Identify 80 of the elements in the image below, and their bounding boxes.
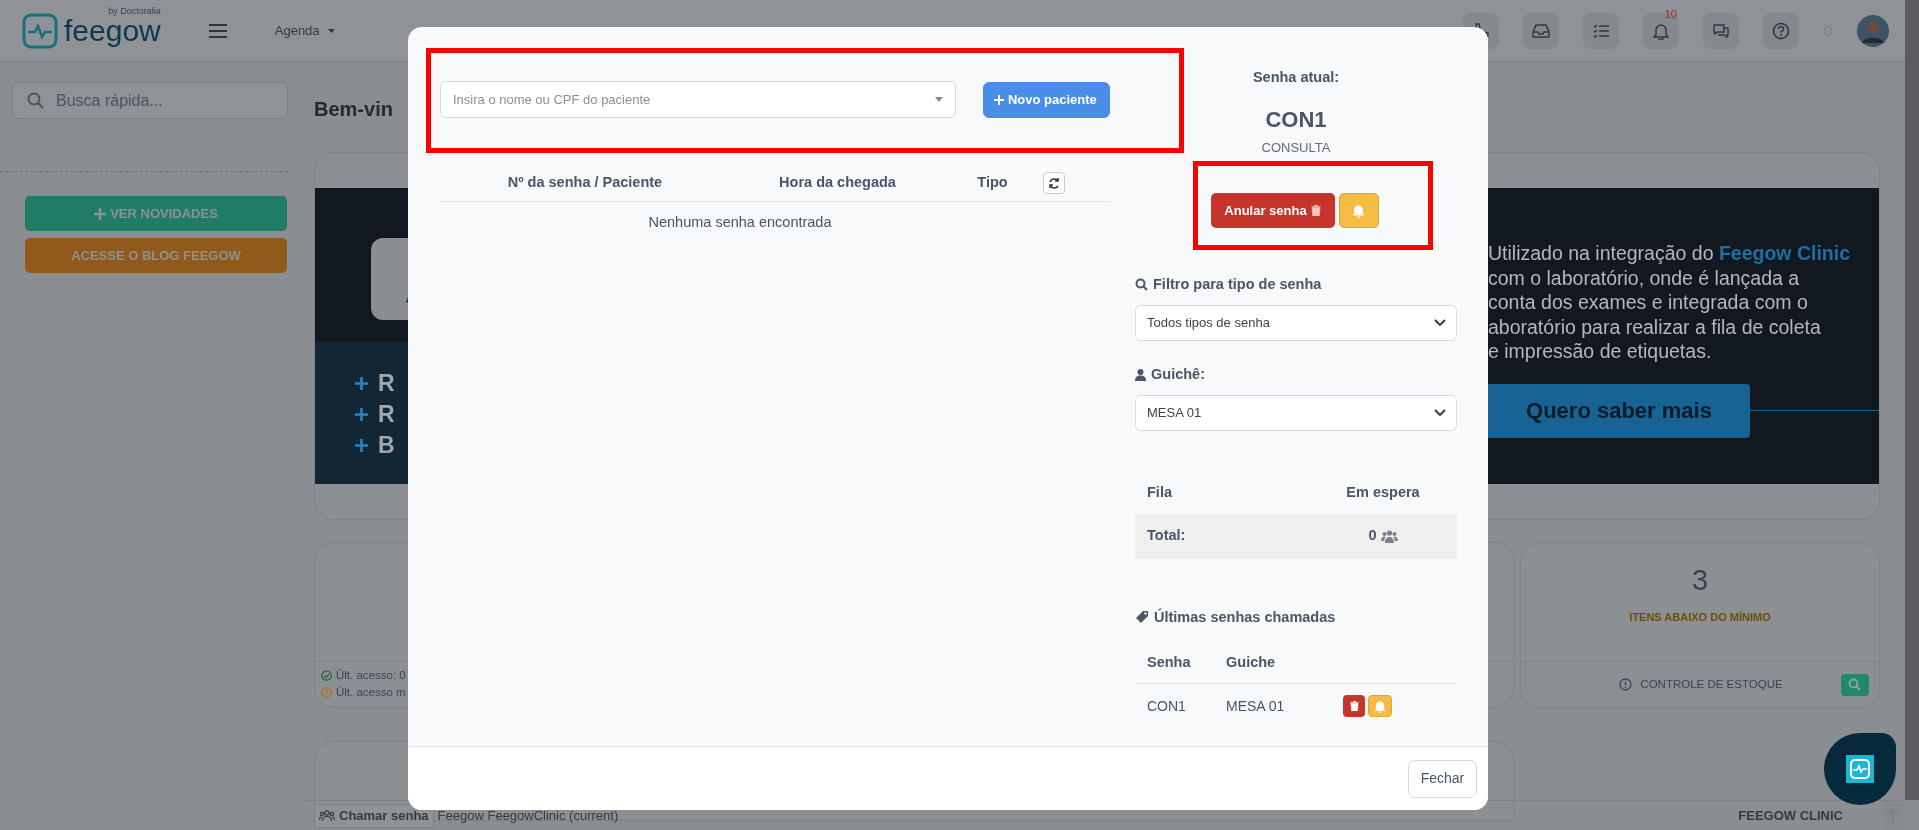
- column-header: Fila: [1146, 482, 1173, 502]
- access-info: Últ. acesso: 0: [336, 668, 406, 683]
- bell-icon: [1352, 204, 1365, 219]
- table-cell-text: MESA 01: [1226, 696, 1286, 716]
- logo-icon: [1846, 755, 1874, 783]
- table-cell-text: Total:: [1146, 526, 1187, 546]
- counter-select[interactable]: MESA 01: [1135, 394, 1457, 431]
- filter-label: Filtro para tipo de senha: [1153, 275, 1322, 294]
- search-icon: [1848, 678, 1862, 691]
- current-ticket-code: CON1: [1264, 106, 1328, 134]
- banner-text: Utilizado na integração do Feegow Clinic com o laboratório, onde é lançada a conta dos exames e integrada com o aboratório para realizar a fila de coleta e impressão de etiquetas.: [1488, 241, 1851, 364]
- checklist-icon[interactable]: [1583, 12, 1619, 49]
- caret-icon: [327, 28, 335, 33]
- feature-text: R: [378, 369, 395, 398]
- search-icon: [27, 92, 44, 109]
- access-info: Últ. acesso m: [336, 685, 406, 700]
- nav-menu-item[interactable]: Agenda: [274, 20, 335, 41]
- help-icon[interactable]: [1763, 12, 1799, 49]
- chevron-icon: [1434, 408, 1446, 417]
- footer-brand: FEEGOW CLINIC: [1738, 806, 1843, 825]
- search-icon: [1135, 278, 1148, 292]
- trash-icon: [1349, 701, 1359, 712]
- avatar[interactable]: [1857, 14, 1889, 47]
- users-icon: [319, 809, 335, 822]
- chevron-icon: [1434, 318, 1446, 327]
- column-header: Nº da senha / Paciente: [506, 172, 664, 192]
- trash-icon: [1310, 205, 1321, 216]
- notification-button[interactable]: 10: [1643, 12, 1679, 49]
- patient-search-field[interactable]: Insira o nome ou CPF do paciente: [440, 81, 956, 118]
- stock-count: 3: [1690, 563, 1710, 597]
- column-header: Em espera: [1345, 482, 1421, 502]
- caret-icon: [934, 97, 943, 102]
- sidebar-button[interactable]: ACESSE O BLOG FEEGOW: [25, 238, 287, 273]
- support-chat-button[interactable]: [1824, 733, 1896, 805]
- check-icon: [321, 670, 332, 681]
- current-ticket-label: Senha atual:: [1251, 68, 1341, 87]
- column-header: Senha: [1146, 652, 1192, 672]
- cancel-ticket-button[interactable]: Anular senha: [1210, 193, 1335, 228]
- refresh-icon: [1048, 176, 1060, 189]
- user-icon: [1135, 368, 1146, 381]
- ticket-type-select[interactable]: Todos tipos de senha: [1135, 304, 1457, 341]
- info-icon: [1619, 678, 1633, 691]
- inbox-icon[interactable]: [1523, 12, 1559, 49]
- table-cell-text: 0: [1368, 526, 1377, 546]
- stock-link[interactable]: CONTROLE DE ESTOQUE: [1640, 675, 1783, 694]
- stock-caption: ITENS ABAIXO DO MÍNIMO: [1628, 610, 1772, 625]
- menu-icon[interactable]: [208, 22, 227, 39]
- scrollbar[interactable]: [1905, 0, 1919, 800]
- plus-icon: [993, 94, 1004, 105]
- column-header: Tipo: [976, 172, 1009, 192]
- warning-icon: [321, 687, 332, 698]
- logo-icon: [22, 12, 58, 49]
- search-field[interactable]: Busca rápida...: [12, 82, 288, 119]
- close-button[interactable]: Fechar: [1408, 759, 1477, 798]
- environment-label: Feegow FeegowClinic (current): [437, 806, 619, 825]
- new-patient-button[interactable]: Novo paciente: [982, 81, 1110, 118]
- learn-more-button[interactable]: Quero saber mais: [1488, 383, 1750, 438]
- column-header: Guiche: [1226, 652, 1277, 672]
- counter-label: Guichê:: [1151, 364, 1205, 384]
- feature-text: R: [378, 400, 395, 429]
- bell-icon: [1374, 699, 1386, 713]
- table-cell-text: CON1: [1146, 696, 1187, 716]
- bell-icon: [1653, 21, 1669, 40]
- feature-text: B: [378, 431, 395, 460]
- column-header: Hora da chegada: [778, 172, 897, 192]
- ticket-icon: [1135, 610, 1149, 625]
- brand-tagline: by Doctoralia: [108, 6, 161, 16]
- plus-icon: [94, 207, 107, 220]
- plus-icon: [355, 439, 368, 452]
- recent-tickets-title: Últimas senhas chamadas: [1154, 607, 1336, 627]
- empty-message: Nenhuma senha encontrada: [647, 213, 833, 232]
- chat-icon[interactable]: [1703, 12, 1739, 49]
- call-again-button[interactable]: [1338, 193, 1379, 228]
- current-ticket-type: CONSULTA: [1260, 140, 1332, 156]
- plus-icon: [355, 408, 368, 421]
- delete-button[interactable]: [1343, 695, 1365, 718]
- users-icon: [1380, 529, 1398, 543]
- page-heading: Bem-vin: [314, 97, 393, 122]
- refresh-button[interactable]: [1043, 171, 1065, 194]
- plus-icon: [355, 377, 368, 390]
